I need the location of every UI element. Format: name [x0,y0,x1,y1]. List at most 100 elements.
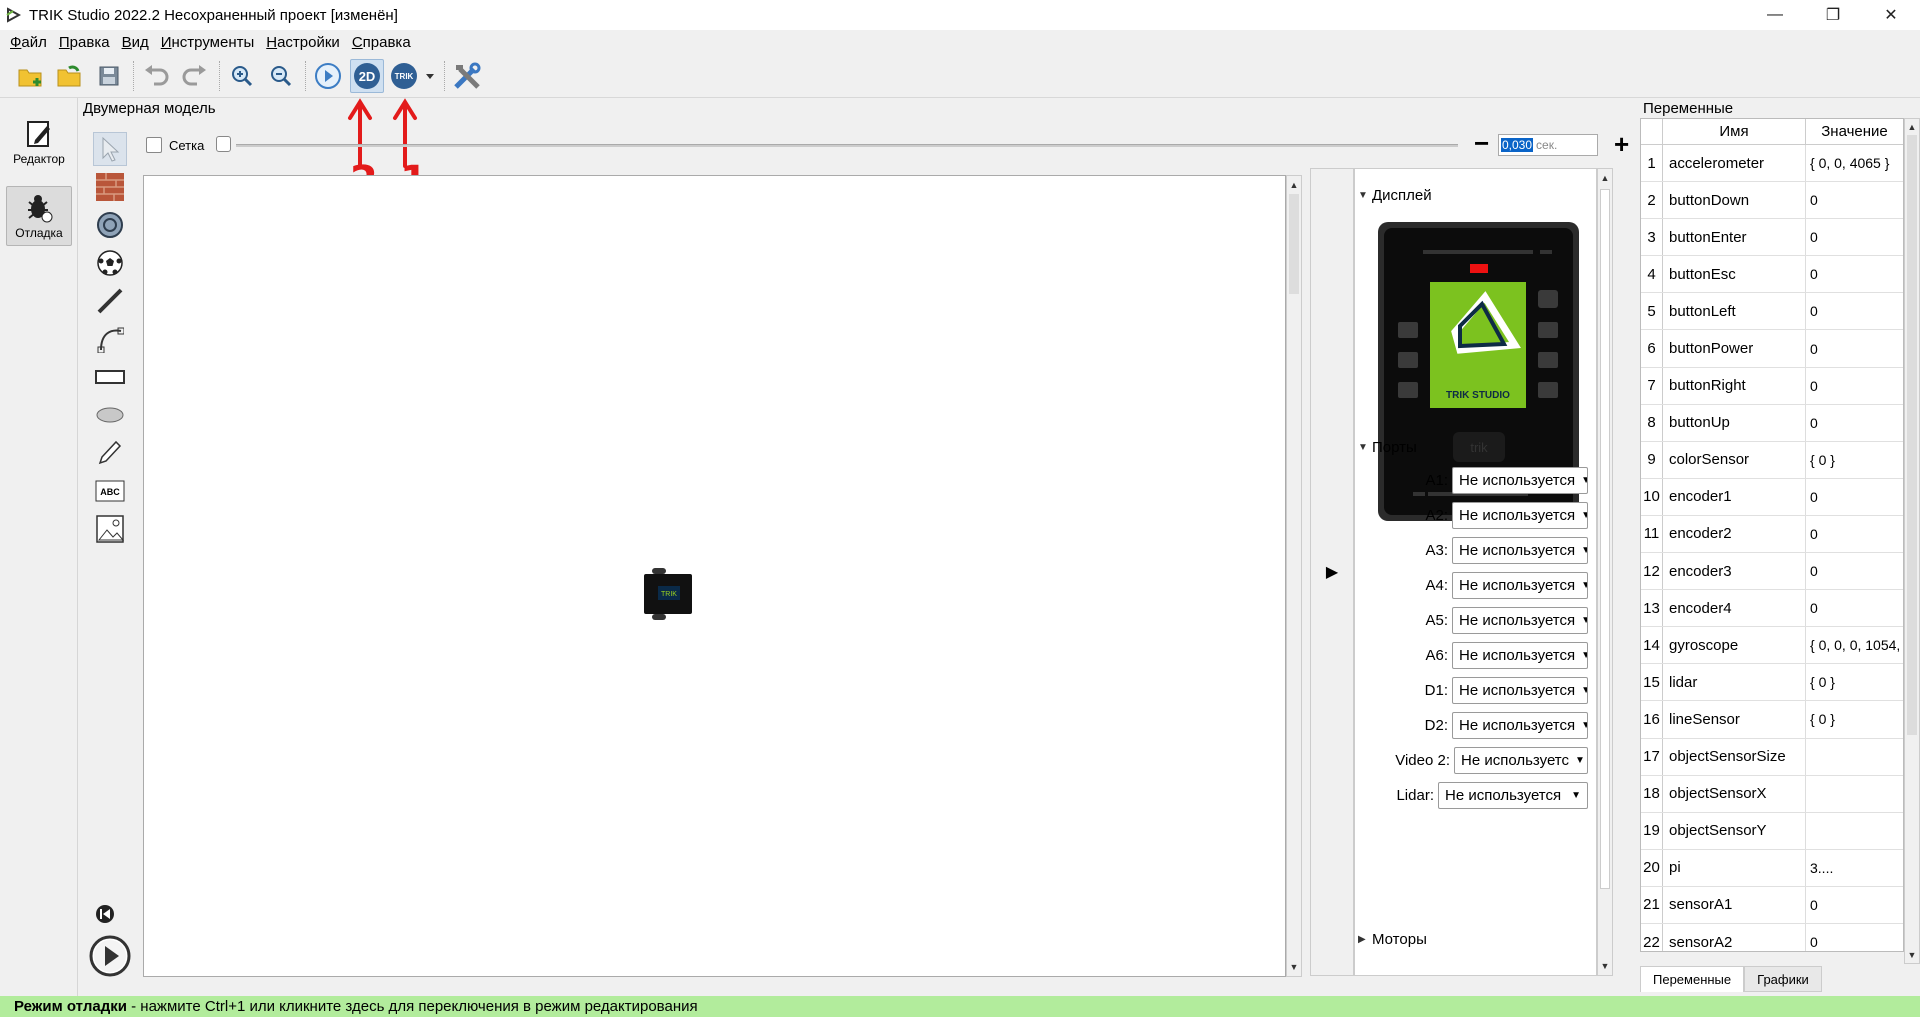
zoom-out-button[interactable] [264,59,298,93]
scroll-down-arrow[interactable]: ▼ [1905,948,1919,962]
menu-edit[interactable]: Правка [53,34,116,51]
editor-mode-button[interactable]: Редактор [6,112,72,172]
table-row[interactable]: 12 encoder3 0 [1641,553,1903,591]
redo-button[interactable] [178,59,212,93]
undo-button[interactable] [139,59,173,93]
grid-size-slider-track[interactable] [236,144,1458,147]
curve-tool[interactable] [93,322,127,356]
text-tool[interactable]: ABC [93,474,127,508]
port-a3-select[interactable]: Не используется▼ [1452,537,1588,564]
port-a6-select[interactable]: Не используется▼ [1452,642,1588,669]
settings-vertical-scrollbar[interactable]: ▲ ▼ [1597,168,1613,976]
port-a5-select[interactable]: Не используется▼ [1452,607,1588,634]
scroll-up-arrow[interactable]: ▲ [1905,120,1919,134]
table-row[interactable]: 9 colorSensor{ 0 } [1641,441,1903,479]
variables-horizontal-scrollbar[interactable] [1640,952,1904,964]
timeline-speed-field[interactable]: 0,030 сек. [1498,134,1598,156]
rectangle-tool[interactable] [93,360,127,394]
menu-tools[interactable]: Инструменты [155,34,261,51]
port-a4-select[interactable]: Не используется▼ [1452,572,1588,599]
canvas-scroll-thumb[interactable] [1289,194,1299,294]
port-a1-select[interactable]: Не используется▼ [1452,467,1588,494]
table-row[interactable]: 6 buttonPower 0 [1641,330,1903,368]
ellipse-tool[interactable] [93,398,127,432]
settings-scroll-thumb[interactable] [1600,189,1610,889]
table-row[interactable]: 21 sensorA1 0 [1641,886,1903,924]
speed-down-button[interactable]: − [1474,130,1489,156]
ports-section-header[interactable]: ▼ Порты [1355,439,1417,456]
trik-robot-model[interactable]: TRIK [642,568,694,620]
tab-graphs[interactable]: Графики [1744,966,1822,992]
table-row[interactable]: 14gyroscope{ 0, 0, 0, 1054, 0, [1641,627,1903,665]
run-button[interactable] [311,59,345,93]
table-row[interactable]: 22 sensorA2 0 [1641,923,1903,951]
menu-view[interactable]: Вид [116,34,155,51]
cursor-tool[interactable] [93,132,127,166]
skittle-tool[interactable] [93,208,127,242]
ball-tool[interactable] [93,246,127,280]
table-row[interactable]: 16 lineSensor{ 0 } [1641,701,1903,739]
name-column-header[interactable]: Имя [1663,119,1806,144]
table-row[interactable]: 10 encoder1 0 [1641,478,1903,516]
table-row[interactable]: 8 buttonUp 0 [1641,404,1903,442]
table-row[interactable]: 3 buttonEnter 0 [1641,219,1903,257]
port-row-lidar: Lidar: Не используется ▼ [1396,782,1588,809]
table-row[interactable]: 1 accelerometer{ 0, 0, 4065 } [1641,145,1903,183]
wall-tool[interactable] [93,170,127,204]
grid-size-slider-handle[interactable] [216,136,231,152]
table-row[interactable]: 17 objectSensorSize [1641,738,1903,776]
menu-file[interactable]: Файл [4,34,53,51]
port-d1-select[interactable]: Не используется▼ [1452,677,1588,704]
start-simulation-button[interactable] [88,934,132,978]
minimize-button[interactable]: — [1746,0,1804,30]
table-row[interactable]: 4 buttonEsc 0 [1641,256,1903,294]
row-number: 18 [1641,775,1663,812]
new-project-button[interactable] [14,59,48,93]
line-tool[interactable] [93,284,127,318]
table-row[interactable]: 5 buttonLeft 0 [1641,293,1903,331]
value-column-header[interactable]: Значение [1806,119,1903,144]
2d-model-button[interactable]: 2D [350,58,384,93]
status-bar[interactable]: Режим отладки - нажмите Ctrl+1 или кликн… [0,996,1920,1017]
canvas-vertical-scrollbar[interactable]: ▲ ▼ [1286,175,1302,977]
speed-up-button[interactable]: + [1614,131,1629,157]
dropdown-arrow-icon: ▼ [1581,685,1587,696]
table-row[interactable]: 7 buttonRight 0 [1641,367,1903,405]
image-tool[interactable] [93,512,127,546]
port-lidar-select[interactable]: Не используется ▼ [1438,782,1588,809]
debug-mode-button[interactable]: Отладка [6,186,72,246]
table-row[interactable]: 13 encoder4 0 [1641,590,1903,628]
maximize-button[interactable]: ❐ [1804,0,1862,30]
save-button[interactable] [92,59,126,93]
menu-help[interactable]: Справка [346,34,417,51]
2d-scene-canvas[interactable]: TRIK [143,175,1286,977]
motors-section-header[interactable]: ▶ Моторы [1355,931,1427,948]
scroll-down-arrow[interactable]: ▼ [1598,959,1612,973]
variables-scroll-thumb[interactable] [1907,135,1917,735]
table-row[interactable]: 20 pi 3.... [1641,849,1903,887]
table-row[interactable]: 15 lidar{ 0 } [1641,664,1903,702]
table-row[interactable]: 19 objectSensorY [1641,812,1903,850]
open-project-button[interactable] [53,59,87,93]
port-d2-select[interactable]: Не используется▼ [1452,712,1588,739]
zoom-in-button[interactable] [225,59,259,93]
close-button[interactable]: ✕ [1862,0,1920,30]
tab-variables[interactable]: Переменные [1640,966,1745,992]
table-row[interactable]: 2 buttonDown 0 [1641,182,1903,220]
robot-model-dropdown[interactable]: TRIK [389,59,437,93]
port-video2-select[interactable]: Не используетс ▼ [1454,747,1588,774]
scroll-down-arrow[interactable]: ▼ [1287,960,1301,974]
menu-settings[interactable]: Настройки [260,34,346,51]
robot-settings-button[interactable] [450,59,484,93]
scroll-up-arrow[interactable]: ▲ [1287,178,1301,192]
restart-simulation-button[interactable] [95,904,115,924]
variables-vertical-scrollbar[interactable]: ▲ ▼ [1904,118,1920,964]
scroll-up-arrow[interactable]: ▲ [1598,171,1612,185]
port-a2-select[interactable]: Не используется▼ [1452,502,1588,529]
table-row[interactable]: 18 objectSensorX [1641,775,1903,813]
table-row[interactable]: 11 encoder2 0 [1641,515,1903,554]
grid-checkbox[interactable] [146,137,162,153]
display-section-header[interactable]: ▼ Дисплей [1355,187,1432,204]
side-panel-toggle[interactable]: ▶ [1310,168,1354,976]
pencil-tool[interactable] [93,436,127,470]
